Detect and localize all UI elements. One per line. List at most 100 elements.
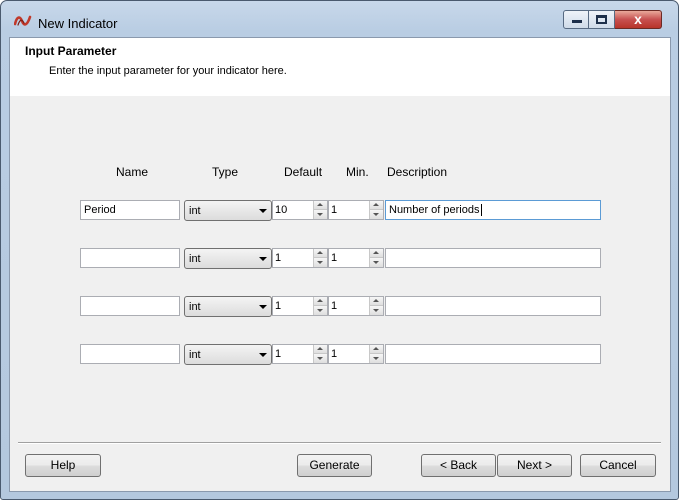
type-select-value: int bbox=[189, 349, 201, 361]
description-input[interactable] bbox=[385, 248, 601, 268]
arrow-down-icon bbox=[317, 309, 323, 312]
arrow-down-icon bbox=[373, 309, 379, 312]
close-icon: x bbox=[634, 11, 642, 27]
stepper-down-button[interactable] bbox=[370, 306, 383, 315]
arrow-down-icon bbox=[373, 261, 379, 264]
page-subtitle: Enter the input parameter for your indic… bbox=[49, 65, 287, 77]
description-input[interactable] bbox=[385, 296, 601, 316]
column-header-min: Min. bbox=[346, 165, 369, 179]
stepper-down-button[interactable] bbox=[370, 258, 383, 267]
default-stepper-buttons bbox=[313, 249, 327, 267]
arrow-down-icon bbox=[317, 213, 323, 216]
generate-button[interactable]: Generate bbox=[297, 454, 372, 477]
dialog-content: Input Parameter Enter the input paramete… bbox=[9, 37, 671, 492]
stepper-down-button[interactable] bbox=[314, 258, 327, 267]
type-select-value: int bbox=[189, 301, 201, 313]
min-stepper-buttons bbox=[369, 297, 383, 315]
default-value: 10 bbox=[275, 204, 288, 216]
name-input[interactable] bbox=[80, 296, 180, 316]
stepper-up-button[interactable] bbox=[370, 297, 383, 306]
description-input[interactable] bbox=[385, 344, 601, 364]
arrow-down-icon bbox=[317, 261, 323, 264]
default-value: 1 bbox=[275, 252, 282, 264]
description-input[interactable]: Number of periods bbox=[385, 200, 601, 220]
default-stepper-buttons bbox=[313, 297, 327, 315]
arrow-up-icon bbox=[373, 203, 379, 206]
stepper-up-button[interactable] bbox=[370, 201, 383, 210]
name-input[interactable] bbox=[80, 248, 180, 268]
stepper-down-button[interactable] bbox=[370, 210, 383, 219]
min-value: 1 bbox=[331, 252, 338, 264]
column-header-type: Type bbox=[212, 165, 239, 179]
close-button[interactable]: x bbox=[615, 10, 662, 29]
arrow-up-icon bbox=[373, 347, 379, 350]
arrow-down-icon bbox=[317, 357, 323, 360]
min-value: 1 bbox=[331, 348, 338, 360]
type-select[interactable]: int bbox=[184, 296, 272, 317]
type-select[interactable]: int bbox=[184, 248, 272, 269]
stepper-down-button[interactable] bbox=[314, 210, 327, 219]
stepper-up-button[interactable] bbox=[314, 297, 327, 306]
stepper-up-button[interactable] bbox=[314, 249, 327, 258]
page-title: Input Parameter bbox=[25, 44, 117, 58]
text-caret bbox=[480, 204, 482, 217]
stepper-down-button[interactable] bbox=[314, 306, 327, 315]
arrow-up-icon bbox=[317, 299, 323, 302]
default-stepper[interactable]: 1 bbox=[272, 248, 328, 268]
cancel-button[interactable]: Cancel bbox=[580, 454, 656, 477]
stepper-down-button[interactable] bbox=[370, 354, 383, 363]
type-select-value: int bbox=[189, 253, 201, 265]
minimize-icon bbox=[572, 20, 582, 23]
dropdown-arrow-icon bbox=[259, 209, 267, 213]
column-header-description: Description bbox=[387, 165, 448, 179]
help-button[interactable]: Help bbox=[25, 454, 101, 477]
default-value: 1 bbox=[275, 348, 282, 360]
default-stepper[interactable]: 1 bbox=[272, 296, 328, 316]
min-stepper[interactable]: 1 bbox=[328, 200, 384, 220]
arrow-up-icon bbox=[317, 251, 323, 254]
stepper-up-button[interactable] bbox=[314, 201, 327, 210]
stepper-up-button[interactable] bbox=[314, 345, 327, 354]
stepper-up-button[interactable] bbox=[370, 249, 383, 258]
next-button[interactable]: Next > bbox=[497, 454, 572, 477]
min-stepper[interactable]: 1 bbox=[328, 296, 384, 316]
title-bar[interactable]: New Indicator x bbox=[1, 1, 678, 37]
name-input[interactable]: Period bbox=[80, 200, 180, 220]
arrow-down-icon bbox=[373, 357, 379, 360]
arrow-up-icon bbox=[373, 251, 379, 254]
type-select[interactable]: int bbox=[184, 344, 272, 365]
min-stepper[interactable]: 1 bbox=[328, 248, 384, 268]
stepper-up-button[interactable] bbox=[370, 345, 383, 354]
window-title: New Indicator bbox=[38, 16, 118, 31]
default-stepper[interactable]: 10 bbox=[272, 200, 328, 220]
dropdown-arrow-icon bbox=[259, 353, 267, 357]
dropdown-arrow-icon bbox=[259, 257, 267, 261]
dropdown-arrow-icon bbox=[259, 305, 267, 309]
app-logo-icon bbox=[14, 15, 32, 26]
arrow-up-icon bbox=[317, 203, 323, 206]
description-value: Number of periods bbox=[389, 204, 480, 216]
default-stepper-buttons bbox=[313, 201, 327, 219]
maximize-icon bbox=[596, 15, 607, 24]
arrow-up-icon bbox=[317, 347, 323, 350]
min-stepper[interactable]: 1 bbox=[328, 344, 384, 364]
min-stepper-buttons bbox=[369, 201, 383, 219]
name-input[interactable] bbox=[80, 344, 180, 364]
min-value: 1 bbox=[331, 300, 338, 312]
maximize-button[interactable] bbox=[589, 10, 615, 29]
arrow-down-icon bbox=[373, 213, 379, 216]
dialog-window: New Indicator x Input Parameter Enter th… bbox=[0, 0, 679, 500]
minimize-button[interactable] bbox=[563, 10, 589, 29]
default-stepper[interactable]: 1 bbox=[272, 344, 328, 364]
column-header-name: Name bbox=[116, 165, 149, 179]
type-select[interactable]: int bbox=[184, 200, 272, 221]
type-select-value: int bbox=[189, 205, 201, 217]
footer-divider bbox=[18, 442, 661, 444]
min-stepper-buttons bbox=[369, 249, 383, 267]
back-button[interactable]: < Back bbox=[421, 454, 496, 477]
wizard-header: Input Parameter Enter the input paramete… bbox=[10, 38, 670, 96]
default-value: 1 bbox=[275, 300, 282, 312]
stepper-down-button[interactable] bbox=[314, 354, 327, 363]
arrow-up-icon bbox=[373, 299, 379, 302]
column-header-default: Default bbox=[284, 165, 323, 179]
